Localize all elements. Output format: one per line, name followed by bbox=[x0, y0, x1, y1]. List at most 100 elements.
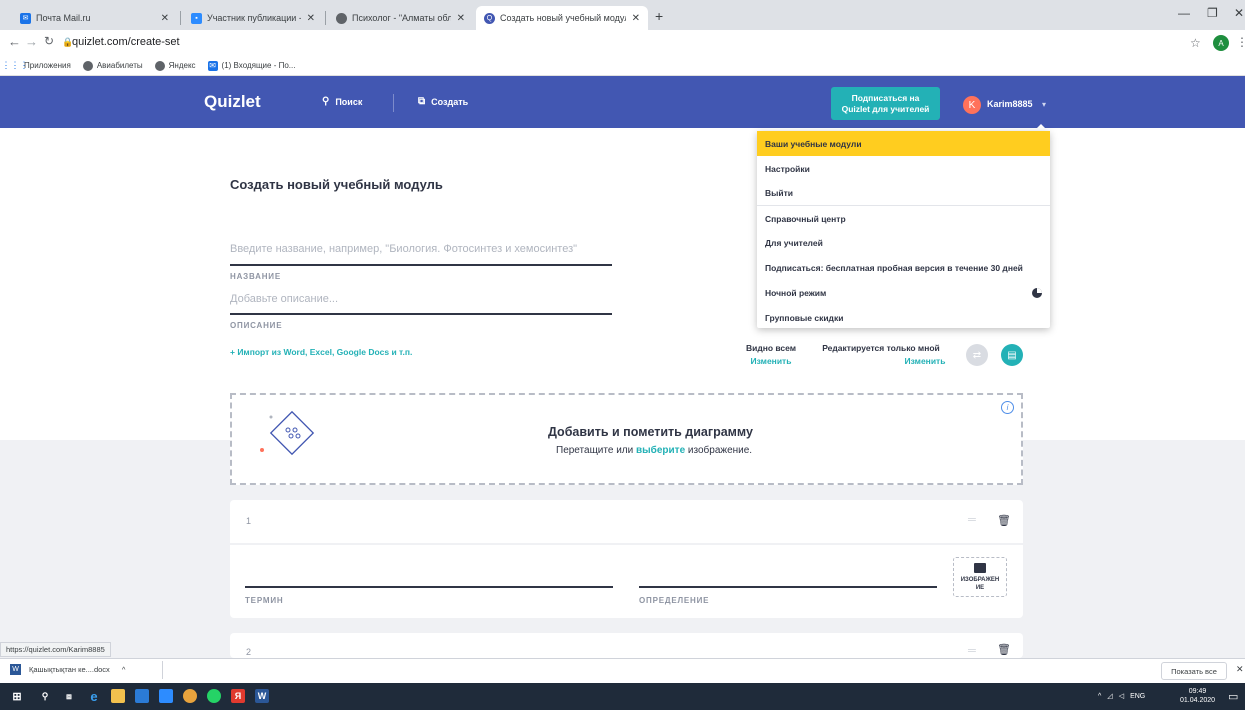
title-input[interactable]: Введите название, например, "Биология. Ф… bbox=[230, 243, 610, 255]
subscribe-teachers-button[interactable]: Подписаться на Quizlet для учителей bbox=[831, 87, 940, 120]
chevron-up-icon[interactable]: ^ bbox=[122, 665, 126, 674]
subscribe-line-1: Подписаться на bbox=[851, 92, 920, 103]
search-icon[interactable]: ⚲ bbox=[38, 689, 52, 703]
keyboard-icon[interactable]: ▤ bbox=[1001, 344, 1023, 366]
close-tab-icon[interactable]: ✕ bbox=[307, 13, 315, 24]
drag-handle-icon[interactable]: ═ bbox=[968, 645, 976, 657]
volume-icon[interactable]: ◁ bbox=[1119, 692, 1124, 700]
edge-icon[interactable]: e bbox=[87, 689, 101, 704]
close-tab-icon[interactable]: ✕ bbox=[161, 13, 169, 24]
show-all-button[interactable]: Показать все bbox=[1161, 662, 1227, 680]
tab-create-set[interactable]: Q Создать новый учебный модуль ✕ bbox=[476, 6, 648, 30]
tab-mail[interactable]: ✉ Почта Mail.ru ✕ bbox=[12, 6, 177, 30]
taskbar-clock[interactable]: 09:49 01.04.2020 bbox=[1180, 687, 1215, 705]
file-explorer-icon[interactable] bbox=[111, 689, 125, 703]
whatsapp-icon[interactable] bbox=[207, 689, 221, 703]
bookmark-inbox[interactable]: ✉ (1) Входящие - По... bbox=[207, 60, 295, 71]
tab-divider bbox=[180, 11, 181, 25]
language-indicator[interactable]: ENG bbox=[1130, 693, 1145, 700]
close-window-icon[interactable]: ✕ bbox=[1234, 6, 1244, 20]
menu-item-group-discounts[interactable]: Групповые скидки bbox=[757, 305, 1050, 330]
back-arrow-icon[interactable]: ← bbox=[8, 34, 21, 49]
menu-item-my-sets[interactable]: Ваши учебные модули bbox=[757, 131, 1050, 156]
edit-permission-change-link[interactable]: Изменить bbox=[880, 356, 970, 366]
menu-item-label: Ночной режим bbox=[765, 287, 827, 298]
search-button[interactable]: ⚲ Поиск bbox=[322, 96, 362, 107]
drag-handle-icon[interactable]: ═ bbox=[968, 514, 976, 526]
subscribe-line-2: Quizlet для учителей bbox=[841, 103, 930, 114]
tab-title: Участник публикации - Zoom bbox=[207, 13, 301, 23]
add-image-button[interactable]: ИЗОБРАЖЕН ИЕ bbox=[953, 557, 1007, 597]
address-bar[interactable]: quizlet.com/create-set bbox=[72, 36, 180, 48]
chevron-up-icon[interactable]: ^ bbox=[1098, 693, 1101, 700]
menu-item-settings[interactable]: Настройки bbox=[757, 156, 1050, 181]
menu-item-label: Ваши учебные модули bbox=[765, 138, 862, 149]
trash-icon[interactable]: 🗑 bbox=[997, 514, 1011, 527]
system-tray: ^ ◿ ◁ ENG bbox=[1098, 692, 1145, 701]
term-input[interactable] bbox=[245, 586, 613, 588]
choose-image-link[interactable]: выберите bbox=[636, 445, 685, 456]
diagram-dropzone[interactable] bbox=[230, 393, 1023, 485]
mail-icon: ✉ bbox=[207, 60, 218, 71]
zoom-icon: ▪ bbox=[191, 12, 202, 24]
download-item[interactable]: W Қашықтықтан ке....docx ^ bbox=[10, 664, 125, 675]
trash-icon[interactable]: 🗑 bbox=[997, 643, 1011, 656]
import-link[interactable]: + Импорт из Word, Excel, Google Docs и т… bbox=[230, 347, 412, 357]
tab-zoom[interactable]: ▪ Участник публикации - Zoom ✕ bbox=[183, 6, 323, 30]
star-icon[interactable]: ☆ bbox=[1190, 36, 1201, 50]
menu-item-for-teachers[interactable]: Для учителей bbox=[757, 230, 1050, 255]
menu-item-label: Выйти bbox=[765, 187, 794, 198]
tab-title: Создать новый учебный модуль bbox=[500, 13, 626, 23]
close-downloads-icon[interactable]: ✕ bbox=[1236, 664, 1244, 675]
menu-item-help-center[interactable]: Справочный центр bbox=[757, 206, 1050, 231]
menu-item-logout[interactable]: Выйти bbox=[757, 180, 1050, 205]
close-tab-icon[interactable]: ✕ bbox=[457, 13, 465, 24]
create-button[interactable]: ⧉ Создать bbox=[418, 96, 468, 107]
chrome-icon[interactable] bbox=[183, 689, 197, 703]
yandex-icon[interactable]: Я bbox=[231, 689, 245, 703]
downloads-divider bbox=[162, 661, 163, 679]
notifications-icon[interactable]: ▭ bbox=[1228, 690, 1238, 703]
visibility-change-link[interactable]: Изменить bbox=[735, 356, 807, 366]
chevron-down-icon[interactable]: ▾ bbox=[1042, 100, 1046, 109]
image-label-line-1: ИЗОБРАЖЕН bbox=[960, 576, 1000, 583]
title-caption: НАЗВАНИЕ bbox=[230, 272, 281, 281]
user-avatar[interactable]: K bbox=[963, 96, 981, 114]
username[interactable]: Karim8885 bbox=[987, 99, 1033, 109]
tab-psychologist[interactable]: Психолог - "Алматы облыстық ✕ bbox=[328, 6, 473, 30]
bookmark-flights[interactable]: Авиабилеты bbox=[82, 60, 143, 71]
word-icon: W bbox=[10, 664, 21, 675]
reload-icon[interactable]: ↻ bbox=[44, 34, 54, 48]
bookmark-label: Яндекс bbox=[168, 61, 196, 70]
windows-start-icon[interactable]: ⊞ bbox=[10, 689, 24, 703]
moon-icon bbox=[1032, 287, 1042, 298]
description-input[interactable]: Добавьте описание... bbox=[230, 293, 610, 305]
network-icon[interactable]: ◿ bbox=[1107, 692, 1112, 700]
word-app-icon[interactable]: W bbox=[255, 689, 269, 703]
definition-input[interactable] bbox=[639, 586, 937, 588]
close-tab-icon[interactable]: ✕ bbox=[632, 13, 640, 24]
info-icon[interactable]: i bbox=[1001, 401, 1014, 414]
apps-icon: ⋮⋮⋮ bbox=[1, 60, 29, 70]
download-filename: Қашықтықтан ке....docx bbox=[29, 665, 110, 674]
profile-avatar[interactable]: A bbox=[1213, 35, 1229, 51]
store-icon[interactable] bbox=[135, 689, 149, 703]
bookmark-apps[interactable]: ⋮⋮⋮ Приложения bbox=[1, 60, 71, 71]
maximize-icon[interactable]: ❐ bbox=[1207, 6, 1218, 20]
swap-terms-icon[interactable]: ⇄ bbox=[966, 344, 988, 366]
card-number: 1 bbox=[246, 516, 252, 526]
new-tab-button[interactable]: + bbox=[655, 8, 663, 24]
menu-item-night-mode[interactable]: Ночной режим bbox=[757, 280, 1050, 305]
more-menu-icon[interactable]: ⋮ bbox=[1236, 35, 1245, 49]
minimize-icon[interactable]: — bbox=[1178, 6, 1190, 20]
quizlet-icon: Q bbox=[484, 12, 495, 24]
description-caption: ОПИСАНИЕ bbox=[230, 321, 283, 330]
bookmark-yandex[interactable]: Яндекс bbox=[154, 60, 196, 71]
task-view-icon[interactable]: ⧈ bbox=[62, 689, 76, 703]
mail-app-icon[interactable] bbox=[159, 689, 173, 703]
quizlet-logo[interactable]: Quizlet bbox=[204, 92, 261, 112]
status-bar-url: https://quizlet.com/Karim8885 bbox=[0, 642, 111, 657]
create-icon: ⧉ bbox=[418, 96, 426, 107]
forward-arrow-icon[interactable]: → bbox=[25, 34, 38, 49]
menu-item-free-trial[interactable]: Подписаться: бесплатная пробная версия в… bbox=[757, 255, 1050, 280]
